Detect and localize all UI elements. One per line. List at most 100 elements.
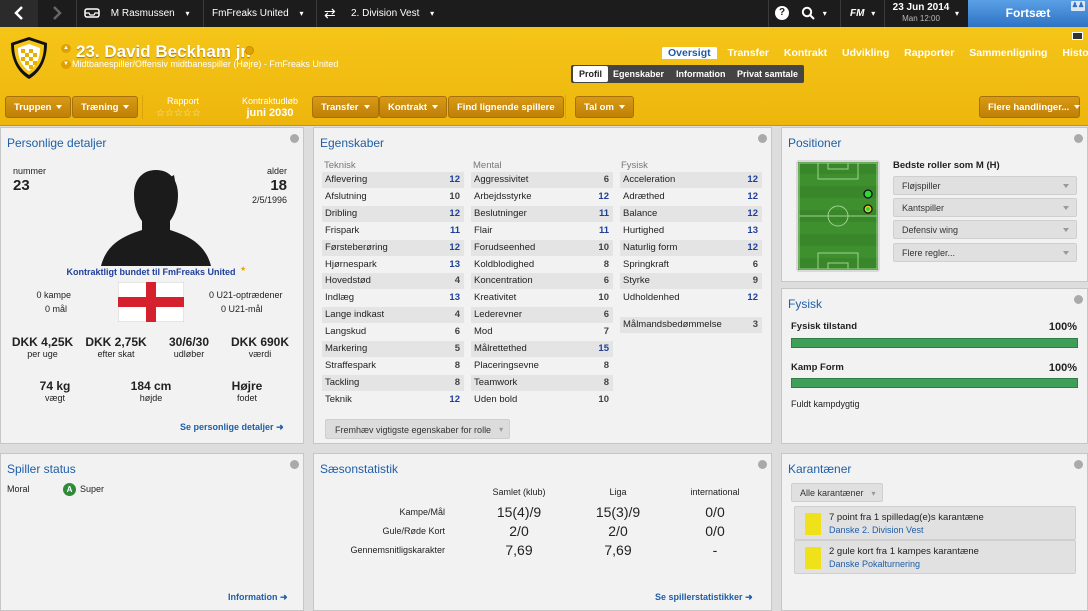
attribute-row[interactable]: Mod 7: [471, 324, 613, 340]
tab-oversigt[interactable]: Oversigt: [662, 47, 717, 59]
physical-title[interactable]: Fysisk: [788, 297, 822, 311]
attribute-row[interactable]: Teamwork 8: [471, 374, 613, 391]
attribute-row[interactable]: Kreativitet 10: [471, 290, 613, 306]
forward-button[interactable]: [40, 0, 74, 27]
player-status-title[interactable]: Spiller status: [7, 462, 76, 476]
subtab-information[interactable]: Information: [676, 65, 726, 83]
tab-rapporter[interactable]: Rapporter: [904, 47, 954, 59]
continue-button[interactable]: Fortsæt ♟♟: [968, 0, 1088, 27]
panel-menu-icon[interactable]: [1074, 134, 1083, 143]
attribute-row[interactable]: Lederevner 6: [471, 307, 613, 324]
attribute-row[interactable]: Udholdenhed 12: [620, 290, 762, 306]
attribute-row[interactable]: Forudseenhed 10: [471, 239, 613, 256]
attribute-row[interactable]: Balance 12: [620, 205, 762, 222]
goalkeeper-rating-row[interactable]: Målmandsbedømmelse 3: [620, 317, 762, 333]
manager-menu[interactable]: M Rasmussen ▾: [84, 0, 189, 27]
attribute-row[interactable]: Førsteberøring 12: [322, 239, 464, 256]
attribute-row[interactable]: Koldblodighed 8: [471, 257, 613, 273]
tab-sammenligning[interactable]: Sammenligning: [969, 47, 1047, 59]
attribute-value: 12: [747, 292, 758, 304]
attribute-row[interactable]: Tackling 8: [322, 374, 464, 391]
suspension-item[interactable]: 2 gule kort fra 1 kampes karantæne Dansk…: [794, 540, 1076, 574]
player-nav-up[interactable]: ▲: [61, 44, 71, 53]
attribute-row[interactable]: Markering 5: [322, 341, 464, 357]
see-personal-details-link[interactable]: Se personlige detaljer ➜: [180, 422, 284, 433]
suspension-competition[interactable]: Danske 2. Division Vest: [829, 525, 924, 535]
suspensions-filter[interactable]: Alle karantæner ▾: [791, 483, 883, 502]
attribute-row[interactable]: Lange indkast 4: [322, 307, 464, 324]
role-defensiv-wing[interactable]: Defensiv wing: [893, 220, 1077, 239]
attribute-row[interactable]: Målrettethed 15: [471, 341, 613, 357]
attribute-row[interactable]: Teknik 12: [322, 392, 464, 408]
attribute-row[interactable]: Styrke 9: [620, 273, 762, 290]
expand-icon[interactable]: [1072, 32, 1083, 40]
attribute-row[interactable]: Naturlig form 12: [620, 239, 762, 256]
attribute-row[interactable]: Aggressivitet 6: [471, 172, 613, 188]
season-stats-title[interactable]: Sæsonstatistik: [320, 462, 398, 476]
transfer-button[interactable]: Transfer: [312, 96, 379, 118]
tab-historie[interactable]: Historie: [1062, 47, 1088, 59]
club-menu[interactable]: FmFreaks United ▾: [212, 0, 303, 27]
more-actions-button[interactable]: Flere handlinger...: [979, 96, 1081, 118]
attribute-row[interactable]: Placeringsevne 8: [471, 358, 613, 374]
more-roles-button[interactable]: Flere regler...: [893, 243, 1077, 262]
suspensions-title[interactable]: Karantæner: [788, 462, 851, 476]
player-nav-down[interactable]: ▼: [61, 60, 71, 69]
attribute-row[interactable]: Flair 11: [471, 223, 613, 239]
panel-menu-icon[interactable]: [290, 460, 299, 469]
panel-menu-icon[interactable]: [1074, 295, 1083, 304]
attributes-title[interactable]: Egenskaber: [320, 136, 384, 150]
attribute-row[interactable]: Hurtighed 13: [620, 223, 762, 239]
attribute-row[interactable]: Hjørnespark 13: [322, 257, 464, 273]
positions-title[interactable]: Positioner: [788, 136, 841, 150]
fm-menu[interactable]: FM ▾: [850, 0, 875, 27]
attribute-row[interactable]: Hovedstød 4: [322, 273, 464, 290]
attribute-row[interactable]: Indlæg 13: [322, 290, 464, 306]
suspension-competition[interactable]: Danske Pokalturnering: [829, 559, 920, 569]
attribute-row[interactable]: Langskud 6: [322, 324, 464, 340]
find-similar-button[interactable]: Find lignende spillere: [448, 96, 564, 118]
role-floejspiller[interactable]: Fløjspiller: [893, 176, 1077, 195]
attribute-row[interactable]: Uden bold 10: [471, 392, 613, 408]
attribute-row[interactable]: Straffespark 8: [322, 358, 464, 374]
information-link[interactable]: Information ➜: [228, 592, 288, 603]
player-menu-icon[interactable]: [245, 46, 254, 55]
contract-status[interactable]: Kontraktligt bundet til FmFreaks United: [1, 267, 301, 277]
squad-button[interactable]: Truppen: [5, 96, 72, 118]
search-button[interactable]: ▾: [801, 0, 827, 27]
tab-udvikling[interactable]: Udvikling: [842, 47, 889, 59]
competition-menu[interactable]: 2. Division Vest ▾: [351, 0, 434, 27]
see-player-stats-link[interactable]: Se spillerstatistikker ➜: [655, 592, 753, 603]
date-display[interactable]: 23 Jun 2014 Man 12:00: [888, 2, 954, 24]
help-button[interactable]: ?: [775, 0, 789, 27]
contract-button[interactable]: Kontrakt: [379, 96, 448, 118]
back-button[interactable]: [0, 0, 38, 27]
switch-button[interactable]: ⇄: [324, 0, 336, 27]
training-button[interactable]: Træning: [72, 96, 139, 118]
attribute-row[interactable]: Adræthed 12: [620, 189, 762, 205]
date-menu[interactable]: ▾: [955, 0, 959, 27]
role-kantspiller[interactable]: Kantspiller: [893, 198, 1077, 217]
subtab-egenskaber[interactable]: Egenskaber: [613, 65, 664, 83]
tab-kontrakt[interactable]: Kontrakt: [784, 47, 827, 59]
attribute-row[interactable]: Koncentration 6: [471, 273, 613, 290]
attribute-row[interactable]: Acceleration 12: [620, 172, 762, 188]
panel-menu-icon[interactable]: [290, 134, 299, 143]
attribute-row[interactable]: Afslutning 10: [322, 189, 464, 205]
attribute-row[interactable]: Arbejdsstyrke 12: [471, 189, 613, 205]
attribute-row[interactable]: Springkraft 6: [620, 257, 762, 273]
personal-details-title[interactable]: Personlige detaljer: [7, 136, 106, 150]
attribute-row[interactable]: Beslutninger 11: [471, 205, 613, 222]
subtab-profil[interactable]: Profil: [573, 66, 609, 82]
attribute-row[interactable]: Dribling 12: [322, 205, 464, 222]
suspension-item[interactable]: 7 point fra 1 spilledag(e)s karantæne Da…: [794, 506, 1076, 540]
tab-transfer[interactable]: Transfer: [728, 47, 769, 59]
subtab-privat-samtale[interactable]: Privat samtale: [737, 65, 798, 83]
panel-menu-icon[interactable]: [758, 134, 767, 143]
attribute-row[interactable]: Aflevering 12: [322, 172, 464, 188]
panel-menu-icon[interactable]: [758, 460, 767, 469]
panel-menu-icon[interactable]: [1074, 460, 1083, 469]
talk-button[interactable]: Tal om: [575, 96, 634, 118]
attribute-row[interactable]: Frispark 11: [322, 223, 464, 239]
highlight-attributes-button[interactable]: Fremhæv vigtigste egenskaber for rolle ▾: [325, 419, 511, 439]
